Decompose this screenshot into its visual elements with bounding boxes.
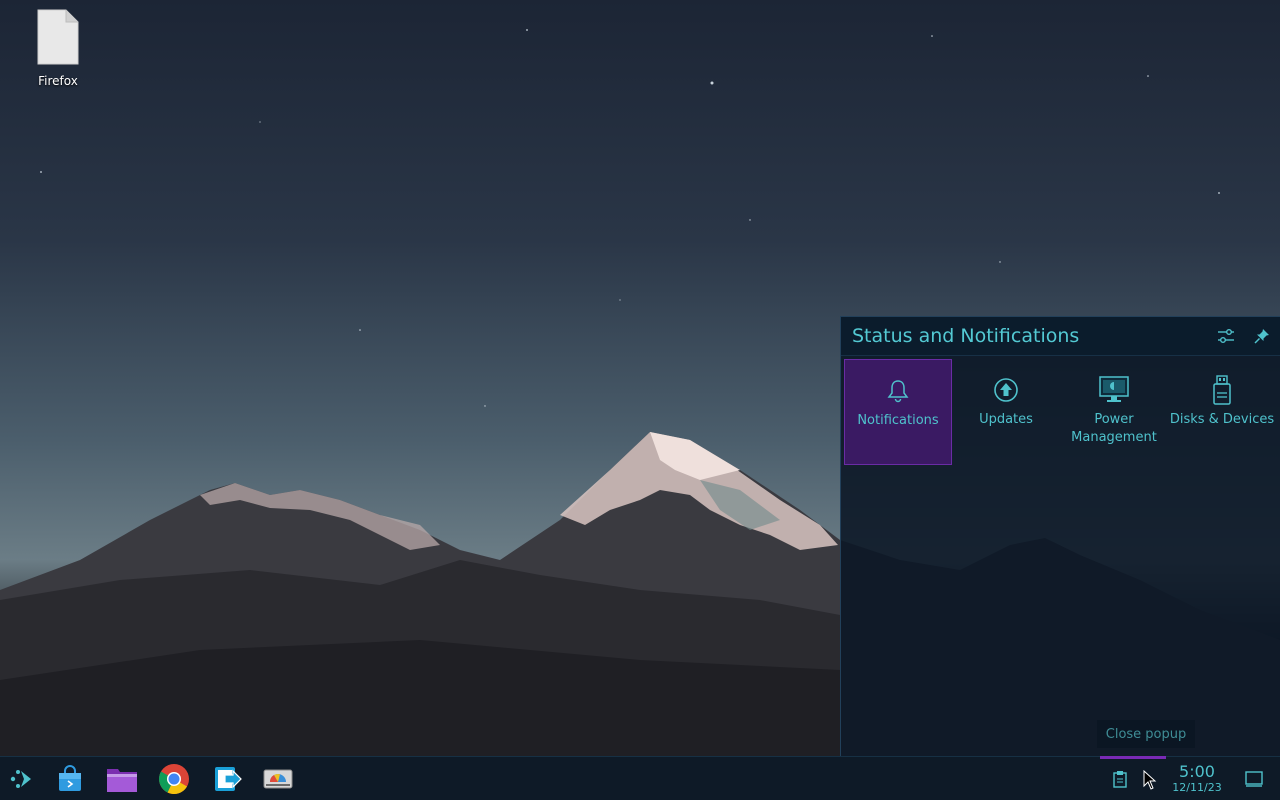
disk-usage-icon: [263, 769, 293, 789]
desktop-icon-firefox[interactable]: Firefox: [18, 8, 98, 88]
remote-desktop-icon: [215, 767, 242, 791]
discover-launcher[interactable]: [48, 757, 92, 800]
tile-label: Power Management: [1071, 412, 1157, 445]
app-launcher-icon: [10, 770, 31, 788]
close-popup-tooltip: Close popup: [1097, 720, 1195, 748]
tile-power-management[interactable]: Power Management: [1060, 359, 1168, 465]
tile-label: Notifications: [857, 413, 939, 428]
disk-usage-launcher[interactable]: [256, 757, 300, 800]
clipboard-tray-button[interactable]: [1098, 757, 1142, 800]
chrome-launcher[interactable]: [152, 757, 196, 800]
applet-tiles: Notifications Updates Power Management D…: [844, 359, 1276, 465]
taskbar: [0, 756, 1280, 800]
digital-clock[interactable]: 5:00 12/11/23: [1166, 762, 1228, 795]
pin-button[interactable]: [1251, 325, 1273, 347]
popup-title: Status and Notifications: [852, 325, 1080, 347]
popup-header: Status and Notifications: [841, 317, 1280, 356]
file-manager-icon: [107, 769, 137, 792]
configure-icon: [1218, 329, 1234, 343]
pin-icon: [1254, 329, 1269, 344]
tile-notifications[interactable]: Notifications: [844, 359, 952, 465]
usb-drive-icon: [1213, 375, 1231, 405]
discover-store-icon: [59, 765, 81, 791]
clock-date: 12/11/23: [1172, 781, 1222, 794]
tile-label: Disks & Devices: [1169, 412, 1275, 427]
app-launcher-button[interactable]: [0, 757, 44, 800]
file-manager-launcher[interactable]: [100, 757, 144, 800]
tile-disks-devices[interactable]: Disks & Devices: [1168, 359, 1276, 465]
mouse-cursor-icon: [1143, 770, 1157, 790]
update-icon: [994, 378, 1018, 402]
desktop-icon-label: Firefox: [38, 74, 78, 88]
file-icon: [36, 8, 80, 66]
show-desktop-button[interactable]: [1232, 757, 1276, 800]
remote-desktop-launcher[interactable]: [206, 757, 250, 800]
tile-updates[interactable]: Updates: [952, 359, 1060, 465]
active-applet-indicator: [1100, 756, 1166, 759]
show-desktop-icon: [1245, 771, 1263, 787]
bell-icon: [887, 380, 909, 403]
status-notifications-popup: Status and Notifications Notifications U…: [840, 316, 1280, 757]
monitor-icon: [1099, 376, 1129, 402]
clipboard-icon: [1113, 771, 1127, 788]
chrome-icon: [159, 764, 189, 794]
tile-label: Updates: [979, 412, 1033, 427]
clock-time: 5:00: [1179, 762, 1215, 781]
configure-button[interactable]: [1215, 325, 1237, 347]
